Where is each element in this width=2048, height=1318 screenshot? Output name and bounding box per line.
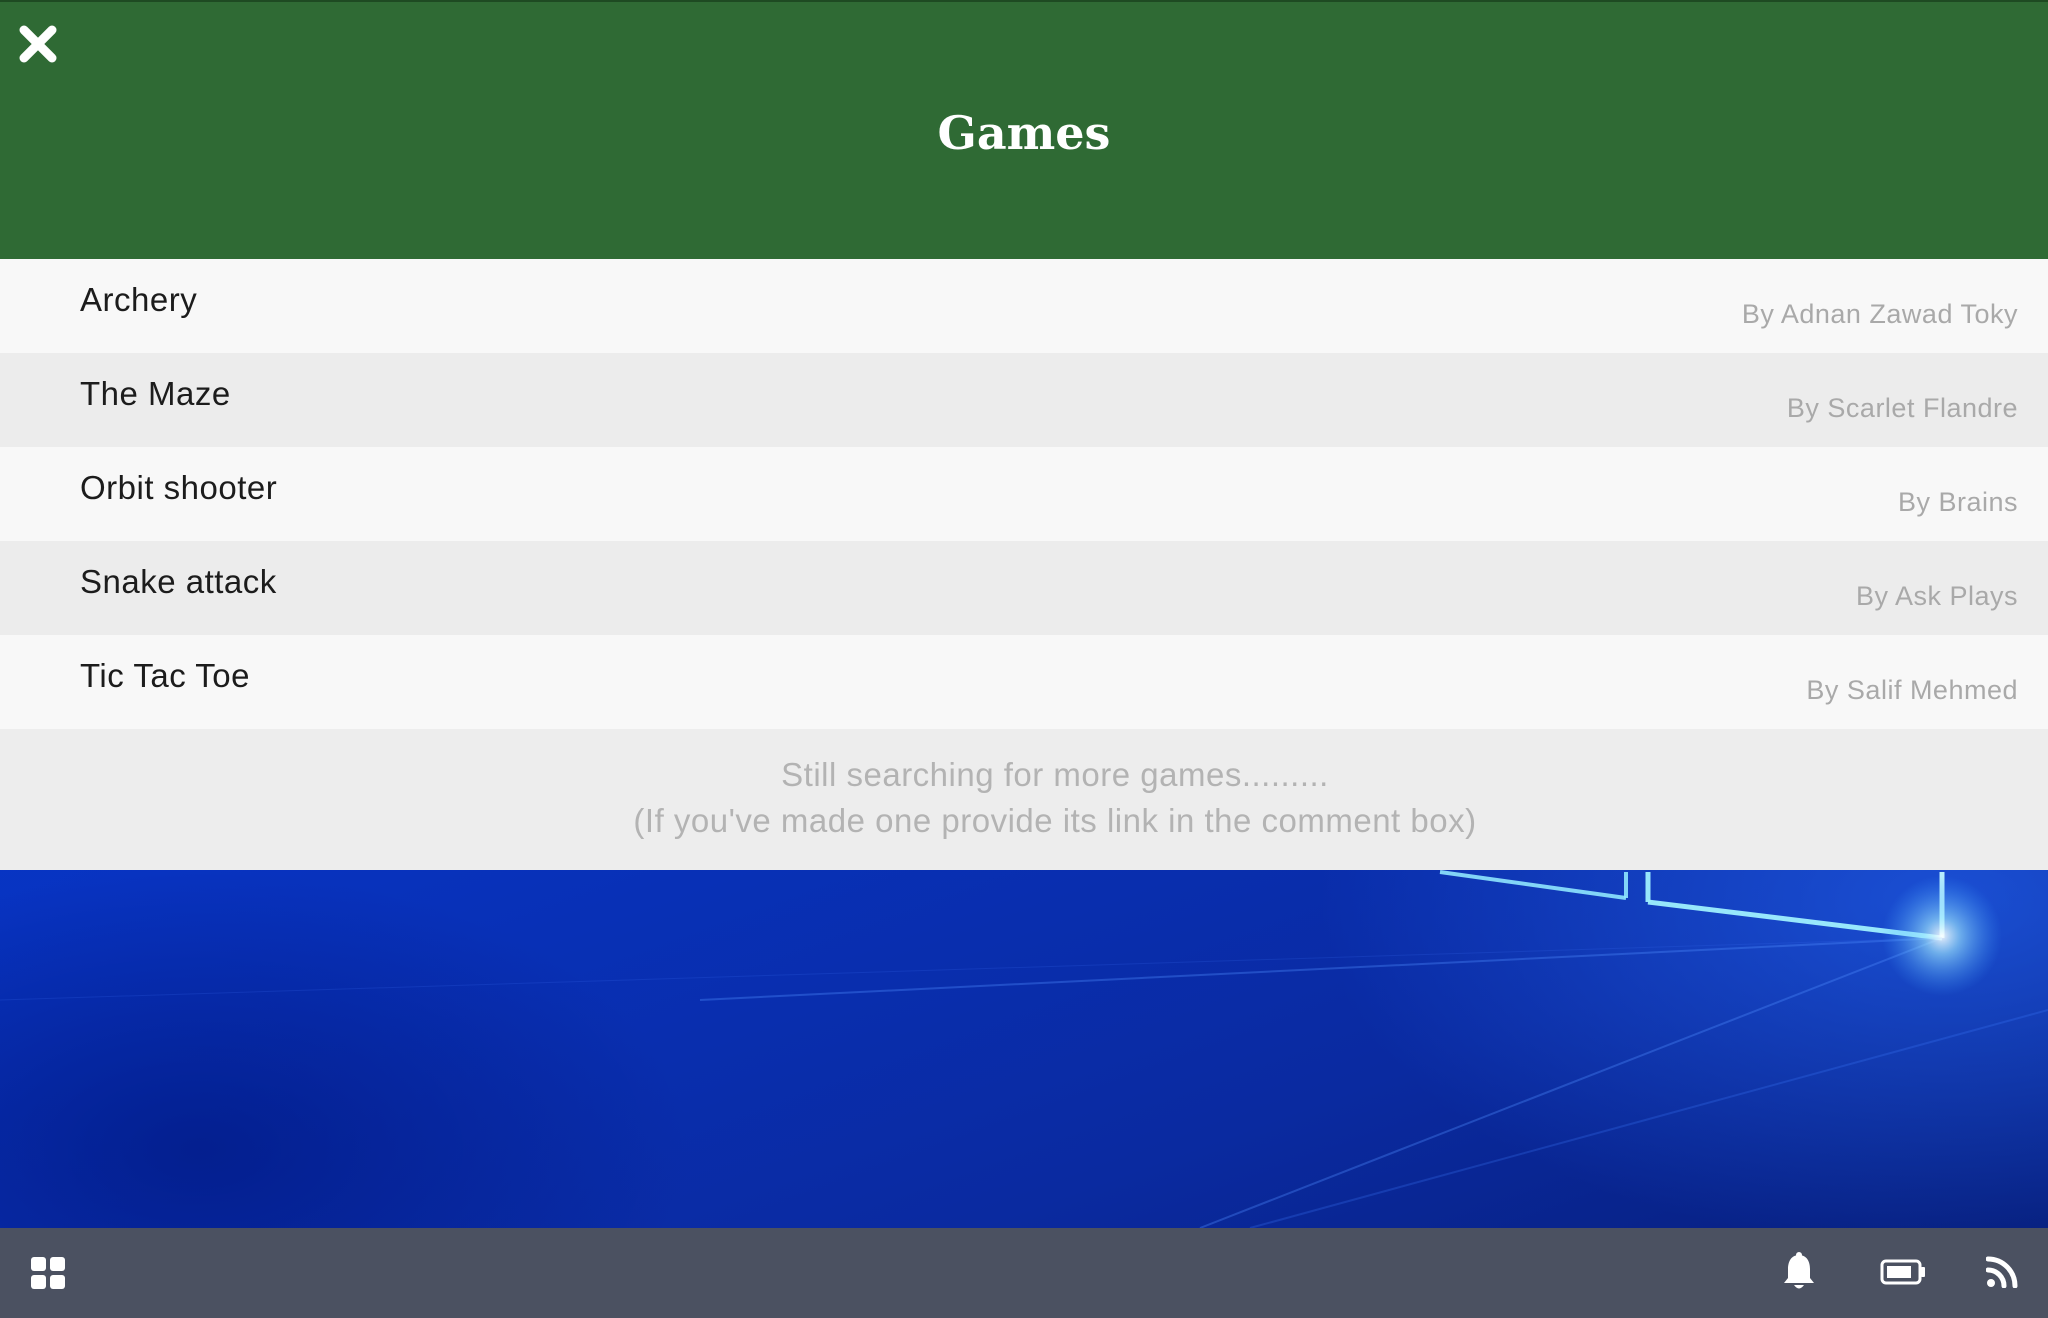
game-name: Orbit shooter <box>80 469 278 506</box>
game-author: By Salif Mehmed <box>1806 675 2018 705</box>
windows-grid-icon <box>31 1257 65 1289</box>
network-button[interactable] <box>1985 1254 2018 1289</box>
more-games-note-line1: Still searching for more games......... <box>781 756 1329 793</box>
screen: Games Archery By Adnan Zawad Toky The Ma… <box>0 0 2048 1318</box>
game-author: By Ask Plays <box>1855 581 2018 611</box>
game-list-item[interactable]: Orbit shooter By Brains <box>0 447 2048 541</box>
game-name: Snake attack <box>80 563 277 600</box>
game-author: By Adnan Zawad Toky <box>1741 299 2018 329</box>
game-list-item[interactable]: The Maze By Scarlet Flandre <box>0 353 2048 447</box>
games-panel: Games Archery By Adnan Zawad Toky The Ma… <box>0 0 2048 870</box>
game-name: Archery <box>80 281 198 318</box>
game-author: By Scarlet Flandre <box>1786 393 2018 423</box>
more-games-note: Still searching for more games......... … <box>0 752 2048 844</box>
close-button[interactable] <box>14 20 62 68</box>
taskbar <box>0 1228 2048 1318</box>
rss-feed-icon <box>1985 1256 2018 1289</box>
battery-button[interactable] <box>1880 1258 1926 1286</box>
start-button[interactable] <box>30 1256 66 1290</box>
game-name: The Maze <box>80 375 231 412</box>
notifications-button[interactable] <box>1782 1252 1816 1292</box>
panel-header: Games <box>0 0 2048 259</box>
panel-title: Games <box>937 106 1111 160</box>
game-list-item[interactable]: Archery By Adnan Zawad Toky <box>0 259 2048 353</box>
more-games-note-line2: (If you've made one provide its link in … <box>633 802 1477 839</box>
game-name: Tic Tac Toe <box>80 657 250 694</box>
battery-icon <box>1880 1259 1925 1285</box>
bell-icon <box>1784 1252 1814 1289</box>
game-list-item[interactable]: Snake attack By Ask Plays <box>0 541 2048 635</box>
game-author: By Brains <box>1897 487 2018 517</box>
close-icon <box>19 25 57 63</box>
game-list-item[interactable]: Tic Tac Toe By Salif Mehmed <box>0 635 2048 729</box>
games-list: Archery By Adnan Zawad Toky The Maze By … <box>0 259 2048 729</box>
